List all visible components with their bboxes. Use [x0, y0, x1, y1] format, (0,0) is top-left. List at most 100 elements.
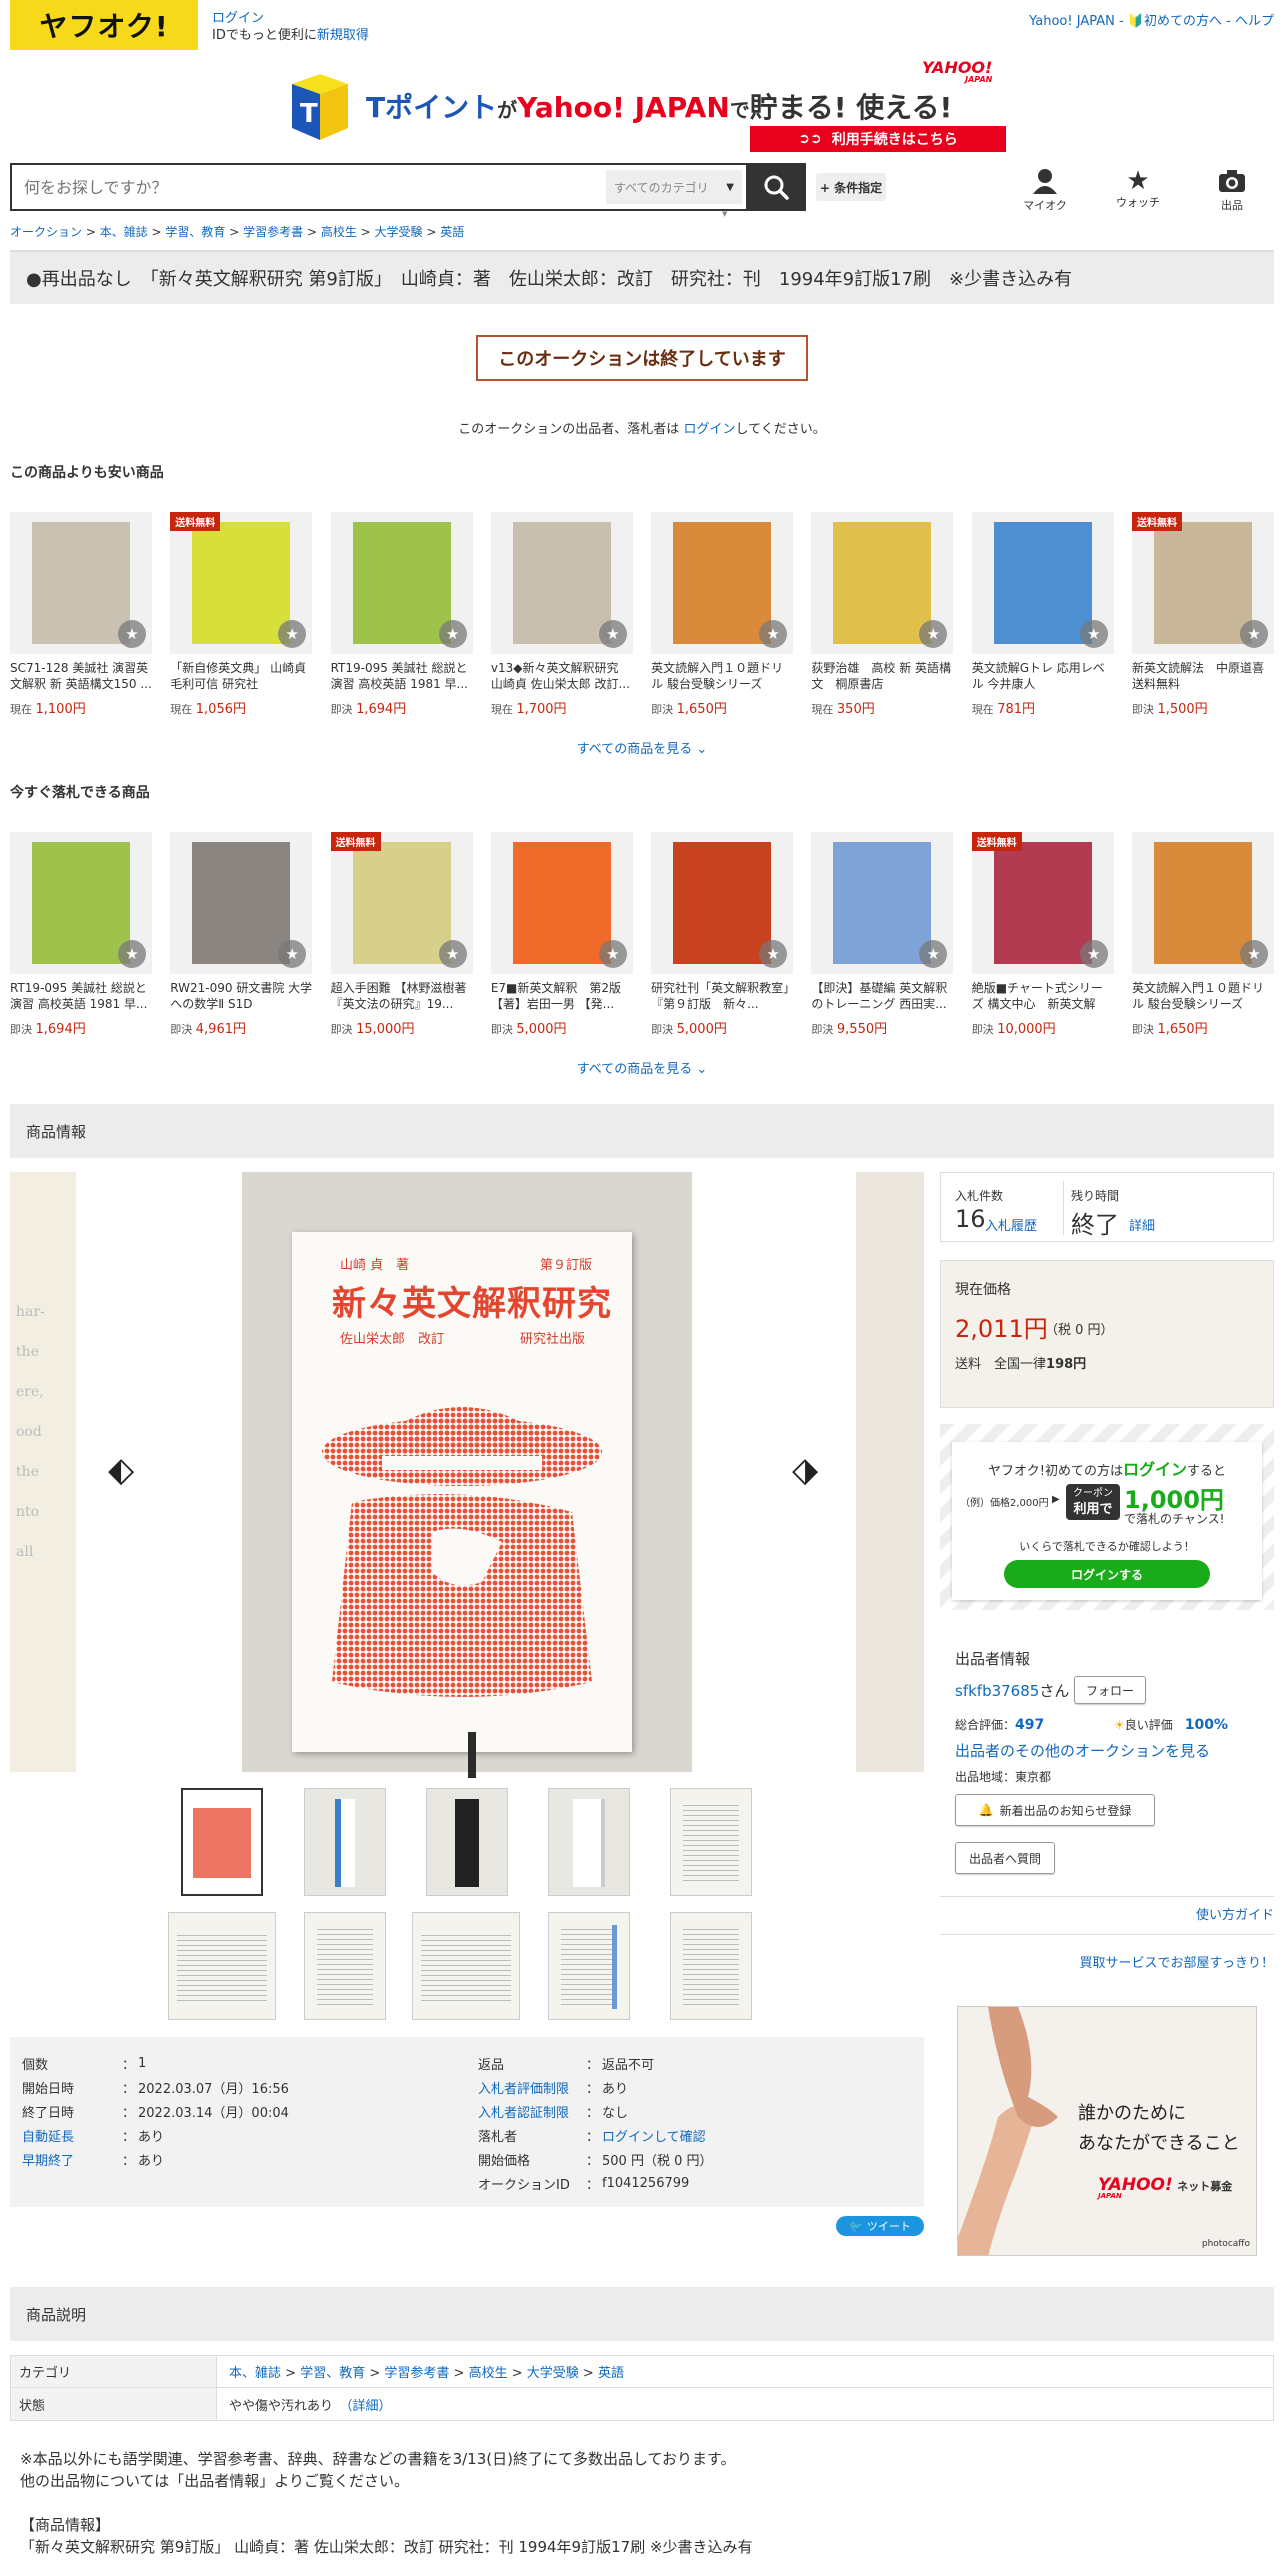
- watch-star-icon[interactable]: ★: [598, 940, 627, 968]
- product-card[interactable]: ★ 英文読解入門１０題ドリル 駿台受験シリーズ 即決 1,650円: [651, 512, 794, 717]
- seller-other-auctions-link[interactable]: 出品者のその他のオークションを見る: [955, 1740, 1210, 1761]
- bid-history-link[interactable]: 入札履歴: [985, 1215, 1037, 1234]
- thumbnail[interactable]: [548, 1788, 630, 1896]
- product-card[interactable]: ★ RT19-095 美誠社 総説と演習 高校英語 1981 早... 即決 1,6…: [10, 832, 152, 1037]
- product-thumbnail[interactable]: ★: [490, 832, 633, 974]
- product-card[interactable]: ★ 【即決】基礎編 英文解釈のトレーニング 西田実... 即決 9,550円: [811, 832, 954, 1037]
- product-title[interactable]: 超入手困難 【林野滋樹著『英文法の研究』19...: [331, 980, 473, 1012]
- rating-link[interactable]: 497: [1015, 1717, 1044, 1733]
- charity-ad[interactable]: 誰かのために あなたができること YAHOO! ネット募金 JAPAN phot…: [957, 2006, 1257, 2256]
- product-thumbnail[interactable]: ★: [330, 512, 473, 654]
- promo-login-button[interactable]: ログインする: [1004, 1560, 1210, 1588]
- breadcrumb-item[interactable]: 高校生: [321, 225, 357, 239]
- detail-key[interactable]: 早期終了: [22, 2150, 122, 2169]
- watch-star-icon[interactable]: ★: [118, 940, 146, 968]
- breadcrumb-item[interactable]: 英語: [440, 225, 464, 239]
- product-thumbnail[interactable]: ★: [170, 832, 313, 974]
- product-card[interactable]: ★ 荻野治雄 高校 新 英語構文 桐原書店 現在 350円: [811, 512, 954, 717]
- product-card[interactable]: ★ 研究社刊「英文解釈教室」『第９訂版 新々... 即決 5,000円: [651, 832, 794, 1037]
- ask-seller-button[interactable]: 出品者へ質問: [955, 1842, 1055, 1874]
- product-card[interactable]: ★ 英文読解入門１０題ドリル 駿台受験シリーズ 即決 1,650円: [1131, 832, 1274, 1037]
- banner-cta[interactable]: ➲➲ 利用手続きはこちら: [750, 126, 1006, 152]
- product-thumbnail[interactable]: ★: [1131, 832, 1274, 974]
- product-title[interactable]: v13◆新々英文解釈研究 山崎貞 佐山栄太郎 改訂...: [491, 660, 633, 692]
- time-detail-link[interactable]: 詳細: [1129, 1215, 1155, 1234]
- category-link[interactable]: 本、雑誌: [229, 2366, 281, 2381]
- breadcrumb-item[interactable]: 学習参考書: [243, 225, 303, 239]
- search-input[interactable]: [12, 165, 606, 209]
- category-link[interactable]: 英語: [598, 2366, 624, 2381]
- product-title[interactable]: SC71-128 美誠社 演習英文解釈 新 英語構文150 ...: [10, 660, 152, 692]
- breadcrumb-item[interactable]: オークション: [10, 225, 82, 239]
- watch-star-icon[interactable]: ★: [1079, 940, 1108, 968]
- watch-nav[interactable]: ★ ウォッチ: [1108, 168, 1168, 210]
- product-title[interactable]: 新英文読解法 中原道喜 送料無料: [1132, 660, 1274, 692]
- next-image-icon[interactable]: ⬗: [792, 1450, 818, 1490]
- detail-key[interactable]: 自動延長: [22, 2126, 122, 2145]
- new-listing-alert-button[interactable]: 🔔 新着出品のお知らせ登録: [955, 1794, 1155, 1826]
- breadcrumb-item[interactable]: 大学受験: [375, 225, 423, 239]
- product-thumbnail[interactable]: ★: [10, 512, 152, 654]
- product-title[interactable]: 絶版■チャート式シリーズ 構文中心 新英文解釈...: [972, 980, 1114, 1012]
- product-title[interactable]: RW21-090 研文書院 大学への数学Ⅱ S1D: [170, 980, 312, 1012]
- product-title[interactable]: E7■新英文解釈 第2版 【著】岩田一男 【発...: [491, 980, 633, 1012]
- instant-see-all[interactable]: すべての商品を見る ⌄: [0, 1058, 1284, 1077]
- myauc-nav[interactable]: マイオク: [1015, 168, 1075, 213]
- watch-star-icon[interactable]: ★: [919, 620, 948, 648]
- yahoo-japan-link[interactable]: Yahoo! JAPAN: [1029, 14, 1115, 29]
- product-card[interactable]: ★ E7■新英文解釈 第2版 【著】岩田一男 【発... 即決 5,000円: [490, 832, 633, 1037]
- watch-star-icon[interactable]: ★: [118, 620, 146, 648]
- product-thumbnail[interactable]: 送料無料 ★: [170, 512, 313, 654]
- thumbnail[interactable]: [670, 1788, 752, 1896]
- signup-link[interactable]: 新規取得: [317, 28, 369, 43]
- category-link[interactable]: 大学受験: [527, 2366, 579, 2381]
- breadcrumb-item[interactable]: 学習、教育: [165, 225, 225, 239]
- product-thumbnail[interactable]: ★: [811, 512, 954, 654]
- watch-star-icon[interactable]: ★: [1079, 620, 1108, 648]
- thumbnail[interactable]: [670, 1912, 752, 2020]
- detail-value[interactable]: ログインして確認: [602, 2126, 706, 2145]
- product-title[interactable]: RT19-095 美誠社 総説と演習 高校英語 1981 早...: [331, 660, 473, 692]
- category-link[interactable]: 学習、教育: [300, 2366, 365, 2381]
- category-link[interactable]: 学習参考書: [384, 2366, 449, 2381]
- product-title[interactable]: 「新自修英文典」 山崎貞 毛利可信 研究社: [170, 660, 312, 692]
- product-card[interactable]: 送料無料 ★ 超入手困難 【林野滋樹著『英文法の研究』19... 即決 15,000円: [330, 832, 473, 1037]
- seller-id-link[interactable]: sfkfb37685: [955, 1682, 1039, 1700]
- thumbnail[interactable]: [168, 1912, 276, 2020]
- product-title[interactable]: 研究社刊「英文解釈教室」『第９訂版 新々...: [651, 980, 793, 1012]
- product-thumbnail[interactable]: 送料無料 ★: [971, 832, 1114, 974]
- watch-star-icon[interactable]: ★: [1239, 620, 1268, 648]
- product-card[interactable]: ★ 英文読解Gトレ 応用レベル 今井康人 現在 781円: [971, 512, 1114, 717]
- thumbnail[interactable]: [548, 1912, 630, 2020]
- product-thumbnail[interactable]: ★: [651, 512, 794, 654]
- product-card[interactable]: ★ RW21-090 研文書院 大学への数学Ⅱ S1D 即決 4,961円: [170, 832, 313, 1037]
- thumbnail[interactable]: [426, 1788, 508, 1896]
- first-time-link[interactable]: 初めての方へ: [1144, 14, 1222, 29]
- watch-star-icon[interactable]: ★: [598, 620, 627, 648]
- product-title[interactable]: 荻野治雄 高校 新 英語構文 桐原書店: [811, 660, 953, 692]
- buyback-service-link[interactable]: 買取サービスでお部屋すっきり！: [1080, 1952, 1274, 1971]
- thumbnail[interactable]: [412, 1912, 520, 2020]
- tpoint-banner[interactable]: T TポイントがYahoo! JAPANで貯まる! 使える! YAHOO! JA…: [286, 60, 1006, 152]
- product-thumbnail[interactable]: 送料無料 ★: [1131, 512, 1274, 654]
- tweet-button[interactable]: 🐦 ツイート: [836, 2216, 924, 2236]
- watch-star-icon[interactable]: ★: [759, 620, 788, 648]
- product-card[interactable]: 送料無料 ★ 「新自修英文典」 山崎貞 毛利可信 研究社 現在 1,056円: [170, 512, 313, 717]
- category-link[interactable]: 高校生: [469, 2366, 508, 2381]
- product-thumbnail[interactable]: ★: [971, 512, 1114, 654]
- product-card[interactable]: 送料無料 ★ 絶版■チャート式シリーズ 構文中心 新英文解釈... 即決 10,000…: [971, 832, 1114, 1037]
- watch-star-icon[interactable]: ★: [438, 940, 467, 968]
- search-button[interactable]: [746, 163, 806, 211]
- follow-button[interactable]: フォロー: [1074, 1676, 1146, 1704]
- state-detail-link[interactable]: （詳細）: [346, 2399, 392, 2414]
- product-title[interactable]: 英文読解入門１０題ドリル 駿台受験シリーズ: [651, 660, 793, 692]
- watch-star-icon[interactable]: ★: [438, 620, 467, 648]
- breadcrumb-item[interactable]: 本、雑誌: [100, 225, 148, 239]
- thumbnail[interactable]: [304, 1912, 386, 2020]
- watch-star-icon[interactable]: ★: [278, 620, 307, 648]
- detail-key[interactable]: 入札者認証制限: [478, 2102, 586, 2121]
- main-product-image[interactable]: 山崎 貞 著 第９訂版 新々英文解釈研究 佐山栄太郎 改訂 研究社出版: [242, 1172, 692, 1778]
- promo-login-link[interactable]: ログイン: [1123, 1460, 1187, 1479]
- sell-nav[interactable]: 出品: [1202, 168, 1262, 213]
- product-thumbnail[interactable]: ★: [811, 832, 954, 974]
